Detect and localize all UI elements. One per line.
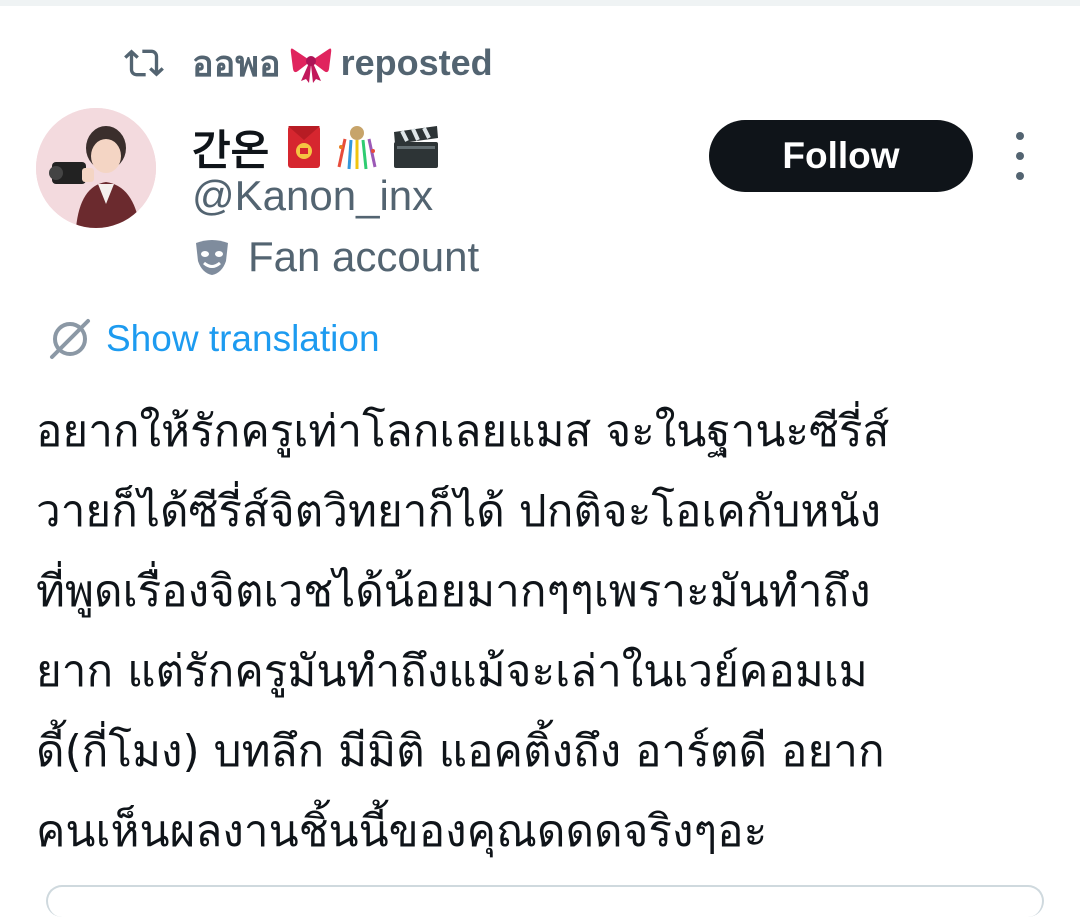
display-name-row[interactable]: 간온 <box>192 116 441 178</box>
user-handle[interactable]: @Kanon_inx <box>192 172 433 220</box>
media-card-edge <box>46 885 1044 917</box>
tweet-text: อยากให้รักครูเท่าโลกเลยแมส จะในฐานะซีรี่… <box>36 392 1046 872</box>
ribbon-icon <box>290 48 331 83</box>
show-translation-label[interactable]: Show translation <box>106 318 380 360</box>
more-dot <box>1016 172 1024 180</box>
repost-header[interactable]: ออพอ reposted <box>124 38 493 88</box>
repost-user[interactable]: ออพอ <box>192 35 281 92</box>
name-badges <box>285 123 441 171</box>
repost-label: reposted <box>340 42 493 83</box>
tweet-line: ยาก แต่รักครูมันทำถึงแม้จะเล่าในเวย์คอมเ… <box>36 646 868 697</box>
more-dot <box>1016 152 1024 160</box>
more-vertical-icon[interactable] <box>1002 132 1038 180</box>
more-dot <box>1016 132 1024 140</box>
theater-mask-icon <box>196 240 228 275</box>
avatar-photo <box>36 108 156 228</box>
avatar[interactable] <box>36 108 156 228</box>
top-divider <box>0 0 1080 6</box>
clapperboard-icon <box>394 126 439 168</box>
account-label-row: Fan account <box>192 230 479 284</box>
follow-button[interactable]: Follow <box>709 120 973 192</box>
account-label: Fan account <box>248 233 480 280</box>
tweet-line: คนเห็นผลงานชิ้นนี้ของคุณดดดจริงๆอะ <box>36 806 768 857</box>
tweet-line: อยากให้รักครูเท่าโลกเลยแมส จะในฐานะซีรี่… <box>36 406 890 457</box>
repost-icon <box>124 49 164 77</box>
display-name[interactable]: 간온 <box>192 117 269 178</box>
confetti-icon <box>337 126 377 170</box>
tweet-line: ที่พูดเรื่องจิตเวชได้น้อยมากๆๆเพราะมันทำ… <box>36 566 871 617</box>
tweet-line: วายก็ได้ซีรี่ส์จิตวิทยาก็ได้ ปกติจะโอเคก… <box>36 486 882 537</box>
show-translation-link[interactable]: Show translation <box>46 314 380 364</box>
translate-globe-icon <box>50 319 90 359</box>
red-envelope-icon <box>288 126 321 168</box>
tweet-line: ดี้(กี่โมง) บทลึก มีมิติ แอคติ้งถึง อาร์… <box>36 726 885 777</box>
